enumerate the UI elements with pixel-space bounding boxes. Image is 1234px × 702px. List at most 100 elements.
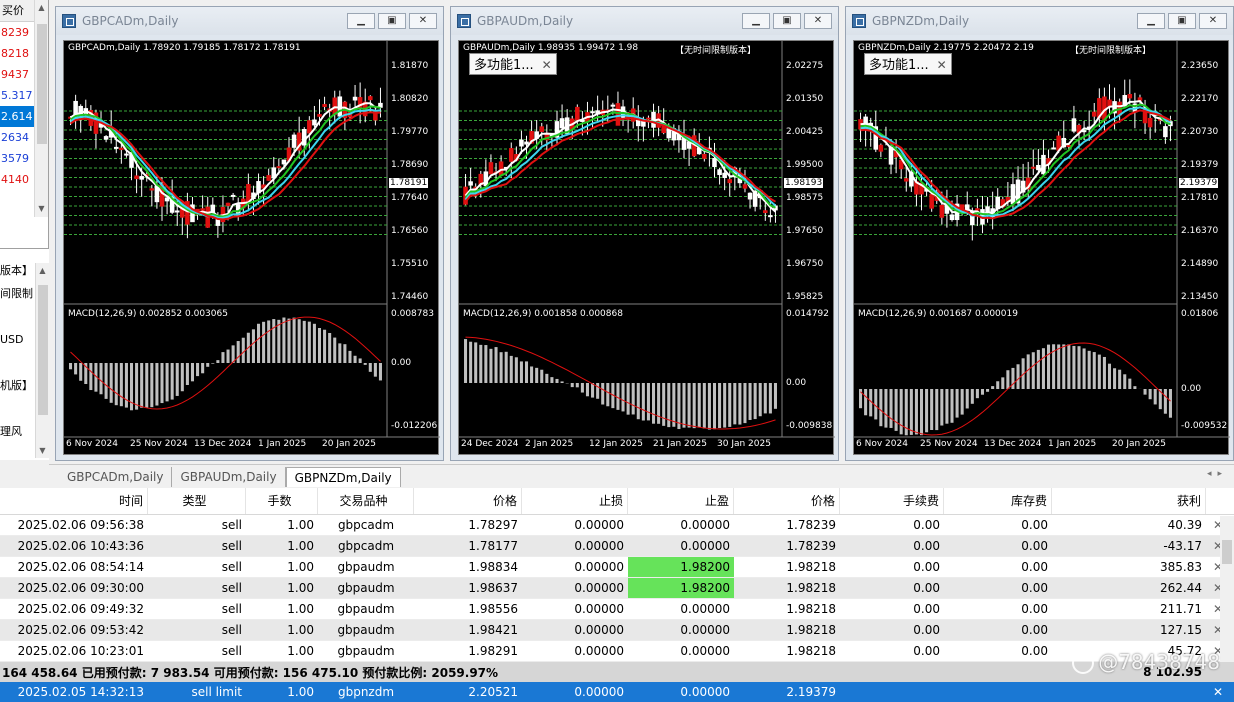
- macd-bar: [358, 358, 362, 363]
- candle-body: [539, 126, 545, 132]
- tab-chart[interactable]: GBPCADm,Daily: [59, 467, 173, 487]
- chart-canvas[interactable]: GBPNZDm,Daily 2.19775 2.20472 2.19 【无时间限制…: [853, 40, 1230, 455]
- column-header[interactable]: 交易品种: [318, 488, 414, 514]
- table-row[interactable]: 2025.02.06 10:43:36 sell 1.00 gbpcadm 1.7817…: [0, 536, 1234, 557]
- scroll-down-icon[interactable]: ▼: [35, 203, 48, 215]
- table-scrollbar[interactable]: [1220, 516, 1234, 662]
- tab-scroll-arrows-icon[interactable]: ◂▸: [1207, 469, 1228, 479]
- ea-panel-popup[interactable]: 多功能1... ✕: [469, 53, 557, 75]
- column-header[interactable]: 价格: [734, 488, 840, 514]
- tab-chart[interactable]: GBPNZDm,Daily: [285, 467, 401, 487]
- candle-body: [722, 172, 727, 179]
- close-button[interactable]: ✕: [1199, 13, 1227, 29]
- table-cell: 2025.02.05 14:32:13: [17, 685, 144, 699]
- close-order-icon[interactable]: ✕: [1206, 682, 1230, 702]
- table-cell: gbpcadm: [337, 539, 395, 553]
- table-cell: 2025.02.06 08:54:14: [17, 560, 144, 574]
- scroll-thumb[interactable]: [37, 24, 47, 144]
- maximize-button[interactable]: ▣: [378, 13, 406, 29]
- ea-panel-popup[interactable]: 多功能1... ✕: [864, 53, 952, 75]
- scroll-down-icon[interactable]: ▼: [36, 445, 49, 457]
- table-row[interactable]: 2025.02.06 08:54:14 sell 1.00 gbpaudm 1.9883…: [0, 557, 1234, 578]
- maximize-button[interactable]: ▣: [773, 13, 801, 29]
- minimize-button[interactable]: ▁: [742, 13, 770, 29]
- candle-body: [747, 192, 753, 200]
- macd-axis-label: -0.009838: [786, 421, 833, 431]
- column-header[interactable]: 手续费: [840, 488, 944, 514]
- chart-window-titlebar[interactable]: GBPNZDm,Daily ▁ ▣ ✕: [846, 7, 1233, 35]
- column-header[interactable]: 类型: [148, 488, 246, 514]
- macd-bar: [773, 383, 777, 409]
- table-row[interactable]: 2025.02.06 09:53:42 sell 1.00 gbpaudm 1.9842…: [0, 620, 1234, 641]
- table-cell: 2025.02.06 09:56:38: [17, 518, 144, 532]
- popup-title: 多功能1...: [474, 58, 534, 73]
- scroll-thumb[interactable]: [38, 285, 48, 415]
- column-header[interactable]: 止损: [522, 488, 628, 514]
- table-row[interactable]: 2025.02.06 09:49:32 sell 1.00 gbpaudm 1.9855…: [0, 599, 1234, 620]
- candle-body: [200, 208, 205, 211]
- macd-bar: [909, 389, 913, 435]
- chart-header-label: GBPNZDm,Daily 2.19775 2.20472 2.19: [858, 43, 1034, 53]
- macd-bar: [109, 363, 113, 403]
- minimize-button[interactable]: ▁: [1137, 13, 1165, 29]
- candle-body: [134, 175, 139, 180]
- price-axis-label: 1.75510: [391, 259, 429, 269]
- chart-canvas[interactable]: GBPAUDm,Daily 1.98935 1.99472 1.98 【无时间限制…: [458, 40, 835, 455]
- maximize-button[interactable]: ▣: [1168, 13, 1196, 29]
- column-header[interactable]: 价格: [414, 488, 522, 514]
- chart-window[interactable]: GBPAUDm,Daily ▁ ▣ ✕ GBPAUDm,Daily 1.9893…: [450, 6, 839, 461]
- table-row[interactable]: 2025.02.06 09:56:38 sell 1.00 gbpcadm 1.7829…: [0, 515, 1234, 536]
- market-watch-scrollbar[interactable]: ▲ ▼: [34, 0, 48, 217]
- column-header[interactable]: 时间: [0, 488, 148, 514]
- chart-window-titlebar[interactable]: GBPCADm,Daily ▁ ▣ ✕: [56, 7, 443, 35]
- column-header[interactable]: 获利: [1052, 488, 1206, 514]
- candle-body: [276, 166, 282, 169]
- scroll-thumb[interactable]: [1222, 540, 1232, 564]
- table-row[interactable]: 2025.02.06 09:30:00 sell 1.00 gbpaudm 1.9863…: [0, 578, 1234, 599]
- scroll-up-icon[interactable]: ▲: [36, 265, 49, 277]
- column-header[interactable]: 库存费: [944, 488, 1052, 514]
- table-cell: 0.00: [913, 560, 940, 574]
- table-cell: sell: [221, 581, 242, 595]
- macd-bar: [1128, 378, 1132, 389]
- candle-body: [939, 204, 945, 218]
- table-cell: 2025.02.06 09:53:42: [17, 623, 144, 637]
- close-button[interactable]: ✕: [409, 13, 437, 29]
- tab-chart[interactable]: GBPAUDm,Daily: [172, 467, 286, 487]
- chart-canvas[interactable]: GBPCADm,Daily 1.78920 1.79185 1.78172 1.…: [63, 40, 440, 455]
- price-axis-label: 2.19379: [1181, 160, 1219, 170]
- chart-window-titlebar[interactable]: GBPAUDm,Daily ▁ ▣ ✕: [451, 7, 838, 35]
- close-button[interactable]: ✕: [804, 13, 832, 29]
- table-cell: 1.98200: [628, 557, 734, 577]
- chart-window[interactable]: GBPNZDm,Daily ▁ ▣ ✕ GBPNZDm,Daily 2.1977…: [845, 6, 1234, 461]
- macd-bar: [277, 319, 281, 363]
- macd-bar: [74, 363, 78, 375]
- macd-bar: [970, 389, 974, 404]
- candle-body: [317, 114, 322, 117]
- macd-axis-label: 0.00: [391, 358, 412, 368]
- table-cell: 127.15: [1160, 623, 1202, 637]
- popup-close-icon[interactable]: ✕: [937, 58, 947, 72]
- macd-bar: [540, 369, 544, 383]
- news-scrollbar[interactable]: ▲ ▼: [35, 263, 49, 458]
- macd-bar: [343, 344, 347, 363]
- table-cell: 1.00: [287, 518, 314, 532]
- chart-window[interactable]: GBPCADm,Daily ▁ ▣ ✕ GBPCADm,Daily 1.7892…: [55, 6, 444, 461]
- macd-axis-label: 0.00: [1181, 384, 1202, 394]
- table-cell: 1.98218: [786, 623, 836, 637]
- popup-close-icon[interactable]: ✕: [542, 58, 552, 72]
- table-row[interactable]: 2025.02.06 10:23:01 sell 1.00 gbpaudm 1.9829…: [0, 641, 1234, 662]
- time-axis-label: 25 Nov 2024: [920, 439, 978, 449]
- table-cell: -43.17: [1163, 539, 1202, 553]
- table-cell: 211.71: [1160, 602, 1202, 616]
- macd-bar: [333, 337, 337, 363]
- pending-order-row[interactable]: 2025.02.05 14:32:13 sell limit 1.00 gbpnzdm…: [0, 682, 1234, 702]
- table-cell: 1.00: [287, 581, 314, 595]
- macd-bar: [489, 348, 493, 383]
- column-header[interactable]: 止盈: [628, 488, 734, 514]
- scroll-up-icon[interactable]: ▲: [35, 2, 48, 14]
- macd-bar: [980, 389, 984, 395]
- minimize-button[interactable]: ▁: [347, 13, 375, 29]
- column-header[interactable]: 手数: [246, 488, 318, 514]
- time-axis-label: 1 Jan 2025: [258, 439, 307, 449]
